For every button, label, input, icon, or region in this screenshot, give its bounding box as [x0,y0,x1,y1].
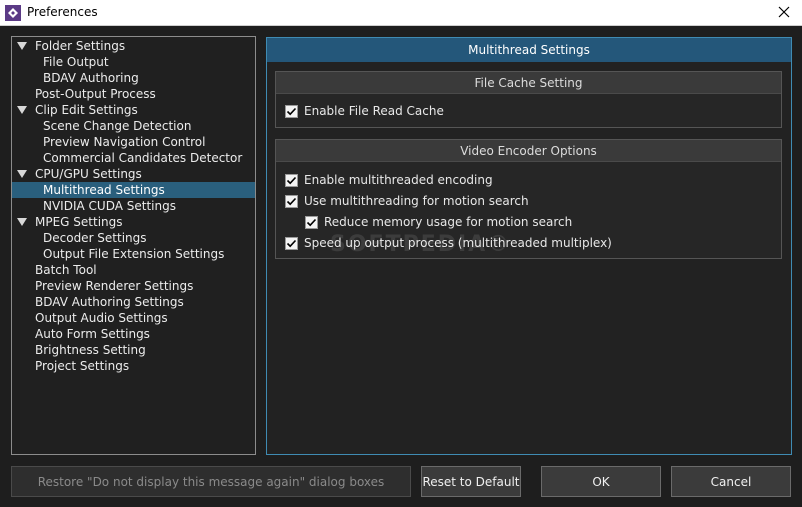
tree-item[interactable]: Batch Tool [12,262,255,278]
checkbox-checked-icon [285,236,298,250]
tree-item[interactable]: Multithread Settings [12,182,255,198]
tree-item[interactable]: Output Audio Settings [12,310,255,326]
tree-item-label: Project Settings [35,359,130,373]
tree-item[interactable]: CPU/GPU Settings [12,166,255,182]
window-title: Preferences [27,5,98,19]
tree-item[interactable]: Preview Renderer Settings [12,278,255,294]
tree-item-label: Batch Tool [35,263,97,277]
tree-item-label: Preview Navigation Control [43,135,206,149]
checkbox-checked-icon [305,215,318,229]
tree-item[interactable]: Folder Settings [12,38,255,54]
tree-item[interactable]: Project Settings [12,358,255,374]
tree-item-label: CPU/GPU Settings [35,167,142,181]
title-bar: Preferences [0,0,802,26]
enable-file-read-cache-label: Enable File Read Cache [304,104,444,118]
tree-item-label: Commercial Candidates Detector [43,151,243,165]
close-button[interactable] [766,0,802,26]
expand-arrow-icon[interactable] [17,218,27,226]
tree-item[interactable]: Auto Form Settings [12,326,255,342]
tree-item[interactable]: Preview Navigation Control [12,134,255,150]
tree-item-label: Decoder Settings [43,231,147,245]
tree-item-label: Scene Change Detection [43,119,192,133]
checkbox-checked-icon [285,173,298,187]
expand-arrow-icon[interactable] [17,170,27,178]
tree-item-label: Output Audio Settings [35,311,168,325]
tree-item-label: NVIDIA CUDA Settings [43,199,176,213]
tree-item-label: Auto Form Settings [35,327,150,341]
restore-dialogs-button[interactable]: Restore "Do not display this message aga… [11,466,411,497]
panel-title: Multithread Settings [267,38,791,62]
tree-item-label: Clip Edit Settings [35,103,138,117]
tree-item[interactable]: Clip Edit Settings [12,102,255,118]
reset-to-default-button[interactable]: Reset to Default [421,466,521,497]
settings-tree[interactable]: Folder Settings File Output BDAV Authoring… [11,36,256,455]
close-icon [778,6,790,21]
tree-item[interactable]: File Output [12,54,255,70]
tree-item-label: Output File Extension Settings [43,247,225,261]
tree-item[interactable]: Post-Output Process [12,86,255,102]
multithreaded-encoding-checkbox[interactable]: Enable multithreaded encoding [285,172,493,188]
checkbox-checked-icon [285,194,298,208]
tree-item-label: Preview Renderer Settings [35,279,194,293]
watermark: SOFTPEDIA® [330,232,512,257]
reduce-memory-checkbox[interactable]: Reduce memory usage for motion search [305,214,572,230]
tree-item-label: BDAV Authoring [43,71,139,85]
file-cache-group-title: File Cache Setting [276,72,781,94]
enable-file-read-cache-checkbox[interactable]: Enable File Read Cache [285,103,444,119]
tree-item[interactable]: Brightness Setting [12,342,255,358]
expand-arrow-icon[interactable] [17,106,27,114]
motion-search-checkbox[interactable]: Use multithreading for motion search [285,193,529,209]
tree-item[interactable]: BDAV Authoring [12,70,255,86]
tree-item-label: Multithread Settings [43,183,165,197]
tree-item-label: Folder Settings [35,39,126,53]
video-encoder-group-title: Video Encoder Options [276,140,781,162]
multithreaded-encoding-label: Enable multithreaded encoding [304,173,493,187]
tree-item-label: BDAV Authoring Settings [35,295,184,309]
ok-button[interactable]: OK [541,466,661,497]
tree-item[interactable]: Scene Change Detection [12,118,255,134]
tree-item-label: Brightness Setting [35,343,146,357]
tree-item[interactable]: MPEG Settings [12,214,255,230]
file-cache-group: File Cache Setting Enable File Read Cach… [275,71,782,128]
tree-item[interactable]: Output File Extension Settings [12,246,255,262]
motion-search-label: Use multithreading for motion search [304,194,529,208]
expand-arrow-icon[interactable] [17,42,27,50]
tree-item-label: Post-Output Process [35,87,156,101]
tree-item-label: MPEG Settings [35,215,123,229]
app-logo-icon [5,5,21,21]
reduce-memory-label: Reduce memory usage for motion search [324,215,573,229]
tree-item[interactable]: BDAV Authoring Settings [12,294,255,310]
tree-item-label: File Output [43,55,109,69]
cancel-button[interactable]: Cancel [671,466,791,497]
tree-item[interactable]: Commercial Candidates Detector [12,150,255,166]
checkbox-checked-icon [285,104,298,118]
tree-item[interactable]: NVIDIA CUDA Settings [12,198,255,214]
tree-item[interactable]: Decoder Settings [12,230,255,246]
